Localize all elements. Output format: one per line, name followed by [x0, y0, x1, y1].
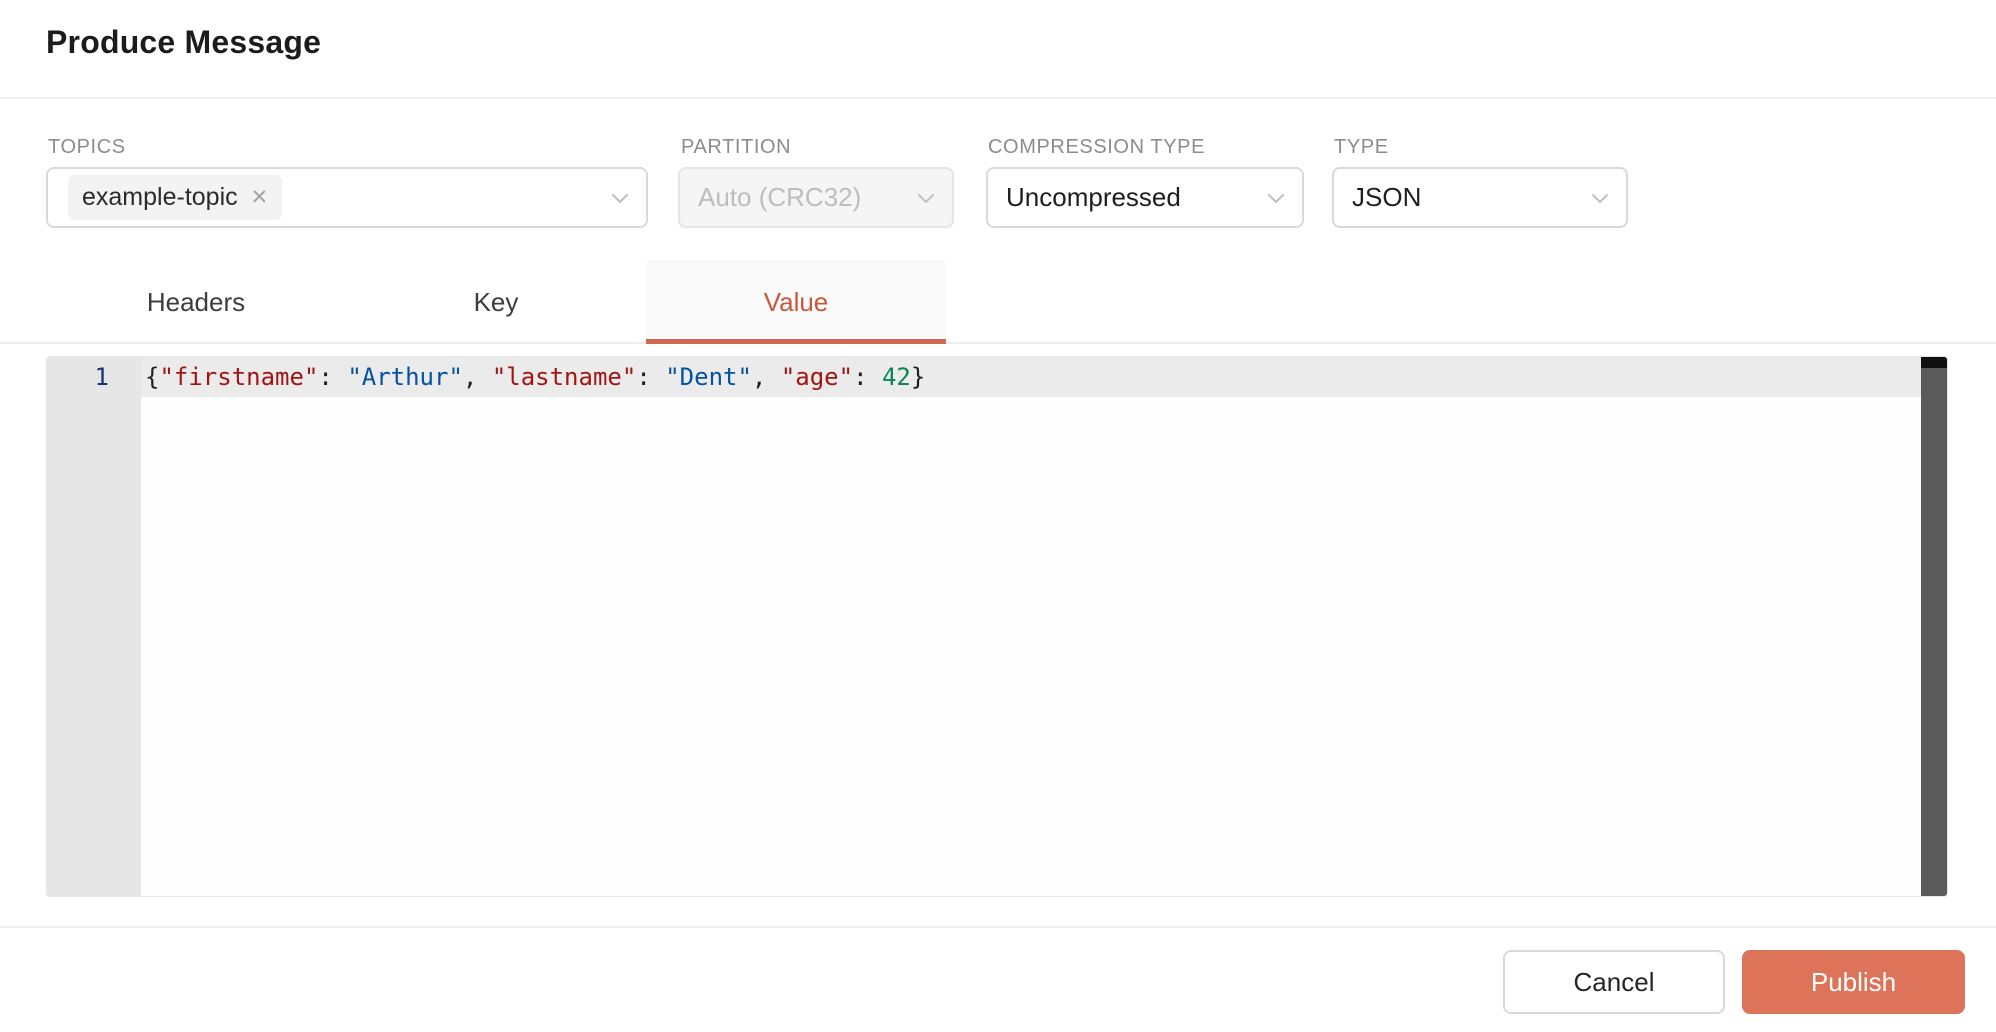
code-editor[interactable]: 1 {"firstname": "Arthur", "lastname": "D…	[46, 356, 1948, 897]
publish-button[interactable]: Publish	[1742, 950, 1965, 1014]
compression-select[interactable]: Uncompressed	[986, 167, 1304, 228]
scrollbar-thumb[interactable]	[1921, 357, 1947, 368]
type-label: TYPE	[1334, 136, 1389, 159]
tab-key[interactable]: Key	[346, 260, 646, 344]
partition-select: Auto (CRC32)	[678, 167, 954, 228]
code-token: ,	[752, 363, 781, 391]
code-token: :	[318, 363, 347, 391]
produce-message-dialog: Produce Message TOPICS PARTITION COMPRES…	[0, 0, 1996, 1032]
editor-scrollbar[interactable]	[1921, 357, 1947, 896]
active-tab-underline	[646, 339, 946, 344]
code-token: "age"	[781, 363, 853, 391]
line-number: 1	[47, 357, 141, 397]
code-token: :	[853, 363, 882, 391]
code-token: {	[145, 363, 159, 391]
code-token: "Arthur"	[347, 363, 463, 391]
topics-label: TOPICS	[48, 136, 126, 159]
topic-tag: example-topic ✕	[68, 175, 282, 220]
partition-value: Auto (CRC32)	[698, 182, 861, 213]
tabs-divider	[0, 342, 1996, 344]
topic-tag-label: example-topic	[82, 183, 238, 212]
code-token: :	[636, 363, 665, 391]
type-select[interactable]: JSON	[1332, 167, 1628, 228]
cancel-button[interactable]: Cancel	[1503, 950, 1725, 1014]
code-line[interactable]: {"firstname": "Arthur", "lastname": "Den…	[145, 357, 925, 397]
header-divider	[0, 97, 1996, 99]
editor-gutter: 1	[47, 357, 141, 896]
code-token: "firstname"	[159, 363, 318, 391]
compression-label: COMPRESSION TYPE	[988, 136, 1205, 159]
chevron-down-icon	[914, 186, 938, 210]
page-title: Produce Message	[46, 24, 321, 61]
code-token: }	[911, 363, 925, 391]
compression-value: Uncompressed	[1006, 182, 1181, 213]
chevron-down-icon	[608, 186, 632, 210]
code-token: "Dent"	[665, 363, 752, 391]
remove-topic-icon[interactable]: ✕	[251, 187, 269, 208]
tab-value[interactable]: Value	[646, 260, 946, 344]
code-token: "lastname"	[492, 363, 637, 391]
partition-label: PARTITION	[681, 136, 791, 159]
code-token: 42	[882, 363, 911, 391]
tab-headers[interactable]: Headers	[46, 260, 346, 344]
footer-divider	[0, 926, 1996, 928]
topics-select[interactable]: example-topic ✕	[46, 167, 648, 228]
type-value: JSON	[1352, 182, 1421, 213]
chevron-down-icon	[1264, 186, 1288, 210]
chevron-down-icon	[1588, 186, 1612, 210]
code-token: ,	[463, 363, 492, 391]
